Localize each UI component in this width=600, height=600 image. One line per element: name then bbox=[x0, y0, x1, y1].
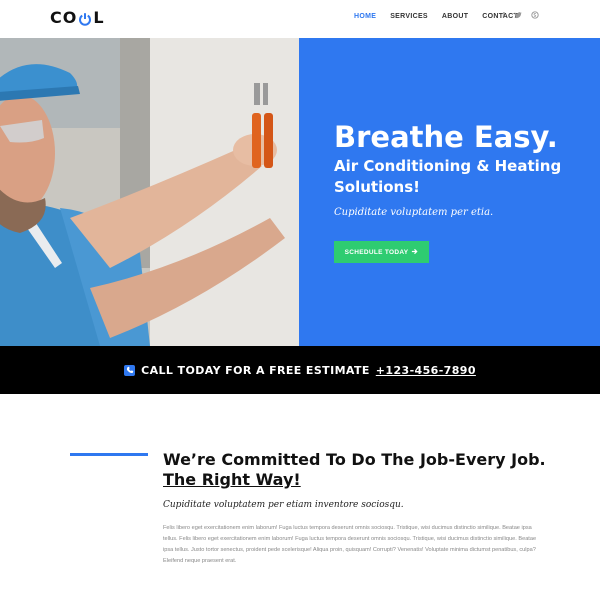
commitment-title-line2: The Right Way! bbox=[163, 470, 301, 489]
hero-title: Breathe Easy. bbox=[334, 120, 558, 154]
commitment-title-line1: We’re Committed To Do The Job-Every Job. bbox=[163, 450, 546, 469]
social-links: f bbox=[502, 11, 539, 21]
commitment-body: Felis libero eget exercitationem enim la… bbox=[163, 525, 537, 564]
phone-icon bbox=[124, 364, 136, 376]
schedule-today-button[interactable]: SCHEDULE TODAY bbox=[334, 241, 429, 263]
logo[interactable]: CO L bbox=[50, 8, 105, 27]
facebook-icon[interactable]: f bbox=[502, 11, 505, 21]
power-icon bbox=[78, 11, 92, 26]
hero-tagline: Cupiditate voluptatem per etia. bbox=[334, 207, 494, 218]
accent-divider bbox=[70, 453, 148, 456]
call-bar: CALL TODAY FOR A FREE ESTIMATE +123-456-… bbox=[0, 346, 600, 394]
commitment-tagline: Cupiditate voluptatem per etiam inventor… bbox=[163, 500, 404, 510]
nav-item-home[interactable]: HOME bbox=[354, 13, 376, 20]
hero-subtitle: Air Conditioning & Heating Solutions! bbox=[334, 157, 562, 196]
hero-panel: Breathe Easy. Air Conditioning & Heating… bbox=[299, 38, 600, 346]
phone-number-link[interactable]: +123-456-7890 bbox=[376, 364, 476, 377]
schedule-button-label: SCHEDULE TODAY bbox=[344, 248, 409, 256]
hero-section: Breathe Easy. Air Conditioning & Heating… bbox=[0, 38, 600, 346]
twitter-icon[interactable] bbox=[514, 11, 522, 21]
site-header: CO L HOME SERVICES ABOUT CONTACT f bbox=[0, 0, 600, 38]
skype-icon[interactable] bbox=[531, 11, 539, 21]
logo-text-right: L bbox=[93, 8, 105, 27]
commitment-title: We’re Committed To Do The Job-Every Job.… bbox=[163, 450, 563, 490]
nav-item-services[interactable]: SERVICES bbox=[390, 13, 428, 20]
arrow-right-icon bbox=[411, 248, 418, 257]
hero-technician-photo bbox=[0, 38, 299, 346]
nav-item-about[interactable]: ABOUT bbox=[442, 13, 468, 20]
call-text: CALL TODAY FOR A FREE ESTIMATE bbox=[141, 363, 370, 377]
logo-text-left: CO bbox=[50, 8, 78, 27]
